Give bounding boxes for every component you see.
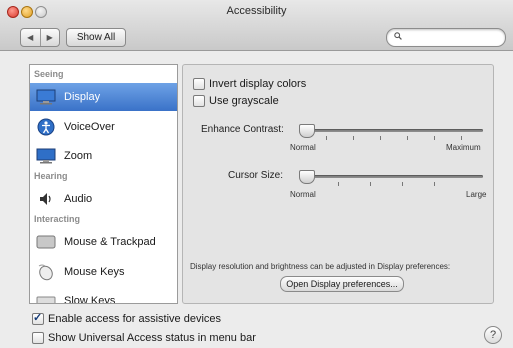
forward-button[interactable]: ▶	[39, 29, 60, 46]
cursor-size-min-label: Normal	[290, 190, 316, 199]
sidebar-item-label: Display	[64, 91, 101, 103]
display-icon	[36, 87, 56, 107]
mouse-keys-icon	[36, 262, 56, 282]
checkbox-box[interactable]	[32, 311, 44, 325]
checkbox-label: Enable access for assistive devices	[48, 313, 222, 325]
contrast-slider-knob[interactable]	[299, 124, 315, 138]
search-input[interactable]	[386, 28, 506, 47]
cursor-size-slider-knob[interactable]	[299, 170, 315, 184]
slider-tick	[461, 136, 462, 140]
sidebar-item-label: Mouse & Trackpad	[64, 236, 156, 248]
search-icon	[394, 32, 402, 40]
slider-tick	[407, 136, 408, 140]
checkbox-box[interactable]	[193, 95, 205, 107]
keyboard-icon	[36, 291, 56, 303]
open-display-preferences-button[interactable]: Open Display preferences...	[280, 276, 404, 292]
window-title: Accessibility	[226, 5, 287, 17]
grayscale-checkbox[interactable]: Use grayscale	[193, 95, 279, 107]
sidebar-item-display[interactable]: Display	[30, 83, 177, 111]
checkbox-label: Use grayscale	[209, 95, 279, 107]
slider-tick	[326, 136, 327, 140]
section-seeing: Seeing	[34, 69, 64, 79]
show-all-button[interactable]: Show All	[66, 28, 126, 47]
back-button[interactable]: ◀	[21, 29, 40, 46]
show-status-menu-bar-checkbox[interactable]: Show Universal Access status in menu bar	[32, 332, 256, 344]
sidebar-item-label: Slow Keys	[64, 295, 116, 304]
enable-assistive-devices-checkbox[interactable]: Enable access for assistive devices	[32, 311, 222, 325]
checkbox-label: Invert display colors	[209, 78, 307, 90]
slider-tick	[402, 182, 403, 186]
contrast-label: Enhance Contrast:	[201, 124, 284, 135]
voiceover-icon	[36, 117, 56, 137]
sidebar-item-label: Mouse Keys	[64, 266, 125, 278]
sidebar-item-label: Audio	[64, 193, 93, 205]
slider-tick	[434, 136, 435, 140]
category-list: Seeing Display VoiceOver Zoom Hearing Au	[29, 64, 178, 304]
preferences-window: Accessibility ◀ ▶ Show All Seeing Displa…	[0, 0, 513, 348]
title-bar: Accessibility ◀ ▶ Show All	[0, 0, 513, 51]
sidebar-item-voiceover[interactable]: VoiceOver	[30, 113, 177, 141]
contrast-slider-track[interactable]	[300, 129, 483, 132]
sidebar-item-label: Zoom	[64, 150, 93, 162]
sidebar-item-mouse-keys[interactable]: Mouse Keys	[30, 258, 177, 286]
cursor-size-label: Cursor Size:	[228, 170, 284, 181]
contrast-max-label: Maximum	[446, 143, 481, 152]
slider-tick	[380, 136, 381, 140]
display-preferences-note: Display resolution and brightness can be…	[190, 262, 451, 271]
slider-tick	[353, 136, 354, 140]
sidebar-item-slow-keys[interactable]: Slow Keys	[30, 287, 177, 304]
zoom-icon	[36, 146, 56, 166]
cursor-size-slider-track[interactable]	[300, 175, 483, 178]
speaker-icon	[36, 189, 56, 209]
cursor-size-max-label: Large	[466, 190, 487, 199]
checkbox-label: Show Universal Access status in menu bar	[48, 332, 256, 344]
trackpad-icon	[36, 232, 56, 252]
sidebar-item-zoom[interactable]: Zoom	[30, 142, 177, 170]
slider-tick	[434, 182, 435, 186]
history-nav: ◀ ▶	[20, 28, 60, 47]
sidebar-item-mouse-trackpad[interactable]: Mouse & Trackpad	[30, 228, 177, 256]
help-button[interactable]: ?	[484, 326, 502, 344]
invert-colors-checkbox[interactable]: Invert display colors	[193, 78, 306, 90]
section-interacting: Interacting	[34, 214, 81, 224]
contrast-min-label: Normal	[290, 143, 316, 152]
sidebar-item-label: VoiceOver	[64, 121, 115, 133]
slider-tick	[370, 182, 371, 186]
slider-tick	[338, 182, 339, 186]
checkbox-box[interactable]	[32, 332, 44, 344]
section-hearing: Hearing	[34, 171, 68, 181]
sidebar-item-audio[interactable]: Audio	[30, 185, 177, 213]
checkbox-box[interactable]	[193, 78, 205, 90]
